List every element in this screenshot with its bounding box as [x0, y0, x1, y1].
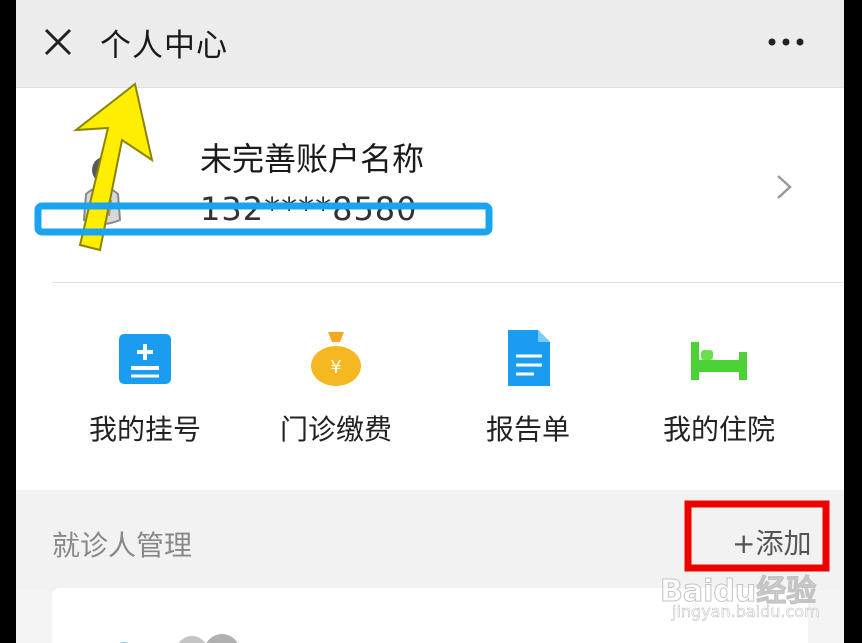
- annotation-arrow: [72, 82, 154, 252]
- watermark-url: jingyan.baidu.com: [672, 602, 820, 622]
- add-button-highlight-box: [684, 500, 830, 572]
- annotation-layer: [34, 82, 830, 572]
